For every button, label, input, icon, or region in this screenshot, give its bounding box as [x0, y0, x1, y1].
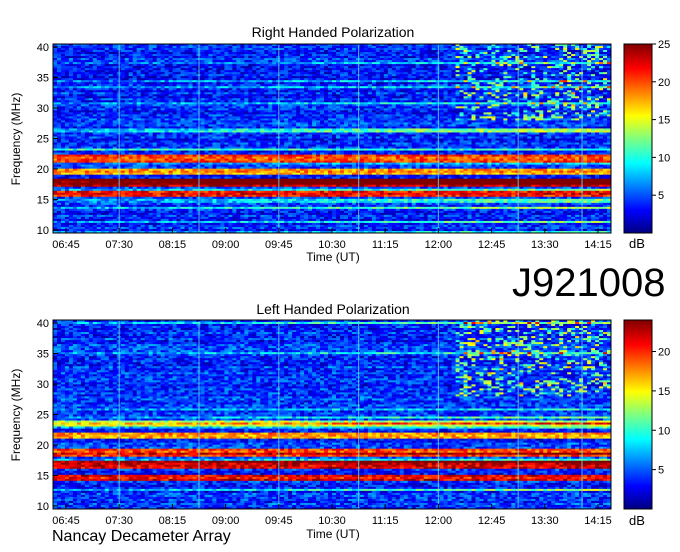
- right-polarization-panel: Right Handed Polarization 10152025303540…: [9, 24, 670, 264]
- spectrogram-cells: [53, 44, 612, 234]
- chart-title: Right Handed Polarization: [252, 24, 415, 40]
